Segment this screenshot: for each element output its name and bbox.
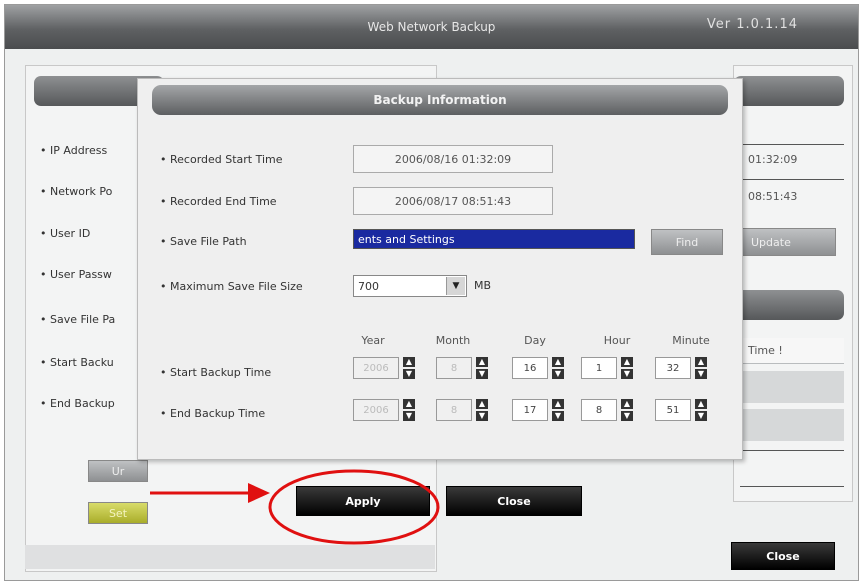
start-month-stepper[interactable]: ▲ ▼ (476, 357, 488, 379)
right-panel-header-2 (734, 290, 844, 320)
max-file-size-select[interactable]: 700 ▼ (353, 275, 467, 297)
recorded-start-field: 2006/08/16 01:32:09 (353, 145, 553, 173)
apply-button[interactable]: Apply (296, 486, 430, 516)
time-label-right: Time ! (740, 338, 844, 364)
right-gray-box-1 (740, 371, 844, 403)
end-hour-field[interactable]: 8 (581, 399, 617, 421)
end-day-field[interactable]: 17 (512, 399, 548, 421)
version-label: Ver 1.0.1.14 (706, 17, 798, 32)
column-year: Year (361, 334, 385, 347)
backup-information-dialog: Backup Information Recorded Start Time 2… (137, 78, 743, 460)
start-minute-field[interactable]: 32 (655, 357, 691, 379)
save-file-path-dialog-label: Save File Path (160, 235, 247, 248)
start-backup-label: Start Backu (40, 356, 114, 369)
recorded-end-value-right: 08:51:43 (740, 183, 844, 209)
end-hour-stepper[interactable]: ▲ ▼ (621, 399, 633, 421)
start-hour-stepper[interactable]: ▲ ▼ (621, 357, 633, 379)
dialog-title: Backup Information (152, 85, 728, 115)
column-day: Day (524, 334, 546, 347)
right-divider-3 (740, 450, 844, 451)
end-month-field: 8 (436, 399, 472, 421)
ip-address-label: IP Address (40, 144, 107, 157)
user-id-label: User ID (40, 227, 90, 240)
end-year-stepper[interactable]: ▲ ▼ (403, 399, 415, 421)
end-minute-stepper[interactable]: ▲ ▼ (695, 399, 707, 421)
right-divider-2 (740, 179, 844, 180)
user-password-label: User Passw (40, 268, 112, 281)
recorded-end-field: 2006/08/17 08:51:43 (353, 187, 553, 215)
network-port-label: Network Po (40, 185, 112, 198)
left-panel-footer (25, 545, 435, 569)
recorded-end-label: Recorded End Time (160, 195, 277, 208)
max-file-size-unit: MB (474, 279, 492, 292)
start-day-stepper[interactable]: ▲ ▼ (552, 357, 564, 379)
save-file-path-label: Save File Pa (40, 313, 115, 326)
set-button[interactable]: Set (88, 502, 148, 524)
recorded-start-value-right: 01:32:09 (740, 146, 844, 172)
max-file-size-value: 700 (358, 279, 379, 293)
start-hour-field[interactable]: 1 (581, 357, 617, 379)
find-button[interactable]: Find (651, 229, 723, 255)
max-file-size-label: Maximum Save File Size (160, 280, 303, 293)
right-divider-4 (740, 486, 844, 487)
start-minute-stepper[interactable]: ▲ ▼ (695, 357, 707, 379)
left-panel-button[interactable]: Ur (88, 460, 148, 482)
recorded-start-label: Recorded Start Time (160, 153, 283, 166)
column-hour: Hour (603, 334, 631, 347)
chevron-down-icon[interactable]: ▼ (446, 277, 465, 295)
end-backup-time-label: End Backup Time (160, 407, 265, 420)
start-backup-time-label: Start Backup Time (160, 366, 271, 379)
update-button[interactable]: Update (740, 228, 836, 256)
end-year-field: 2006 (353, 399, 399, 421)
main-close-button[interactable]: Close (731, 542, 835, 570)
title-bar: Web Network Backup Ver 1.0.1.14 (5, 5, 858, 49)
start-month-field: 8 (436, 357, 472, 379)
column-month: Month (435, 334, 471, 347)
right-panel-header (734, 76, 844, 106)
close-button[interactable]: Close (446, 486, 582, 516)
end-minute-field[interactable]: 51 (655, 399, 691, 421)
save-file-path-input[interactable]: ents and Settings (353, 229, 635, 249)
start-year-stepper[interactable]: ▲ ▼ (403, 357, 415, 379)
end-day-stepper[interactable]: ▲ ▼ (552, 399, 564, 421)
right-panel: 01:32:09 08:51:43 Update Time ! (733, 65, 853, 502)
end-backup-label: End Backup (40, 397, 115, 410)
right-divider-1 (740, 144, 844, 145)
right-gray-box-2 (740, 409, 844, 441)
start-year-field: 2006 (353, 357, 399, 379)
start-day-field[interactable]: 16 (512, 357, 548, 379)
column-minute: Minute (672, 334, 710, 347)
end-month-stepper[interactable]: ▲ ▼ (476, 399, 488, 421)
